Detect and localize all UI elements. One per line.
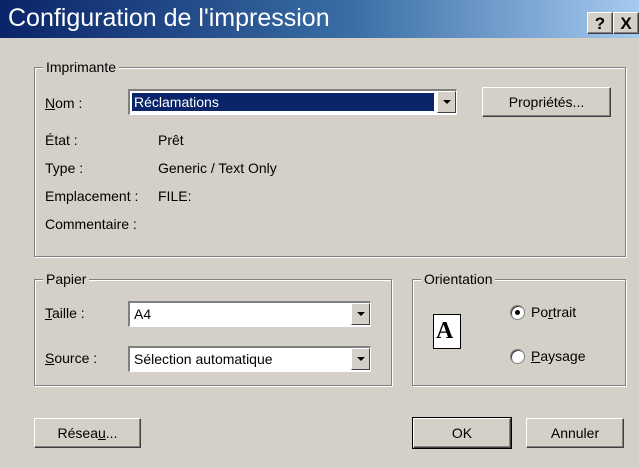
- portrait-page-icon: A: [433, 314, 461, 349]
- ok-button[interactable]: OK: [412, 417, 512, 449]
- network-mnemonic: u: [98, 425, 106, 441]
- properties-button[interactable]: Propriétés...: [482, 87, 611, 117]
- network-button-label: Réseau...: [57, 425, 118, 441]
- location-label: Emplacement :: [45, 188, 139, 204]
- paper-size-dropdown[interactable]: A4: [128, 301, 371, 327]
- name-label: Nom :: [45, 94, 82, 112]
- window-title: Configuration de l'impression: [8, 4, 330, 32]
- portrait-label[interactable]: Portrait: [531, 303, 576, 321]
- chevron-down-icon[interactable]: [437, 91, 456, 113]
- landscape-radio[interactable]: [510, 349, 525, 364]
- source-label-mnemonic: S: [45, 350, 55, 366]
- printer-name-value: Réclamations: [132, 93, 434, 111]
- properties-button-label: Propriétés...: [508, 94, 585, 110]
- close-button[interactable]: X: [613, 12, 639, 34]
- name-label-mnemonic: N: [45, 95, 56, 111]
- portrait-radio[interactable]: [510, 305, 525, 320]
- source-label: Source :: [45, 349, 97, 367]
- chevron-down-icon[interactable]: [351, 348, 370, 370]
- source-label-text: ource :: [54, 350, 98, 366]
- size-label-mnemonic: T: [45, 305, 52, 321]
- cancel-button[interactable]: Annuler: [526, 418, 624, 448]
- paper-source-dropdown[interactable]: Sélection automatique: [128, 346, 371, 372]
- printer-name-dropdown[interactable]: Réclamations: [128, 89, 457, 115]
- portrait-mnemonic: r: [548, 304, 553, 320]
- paper-source-value: Sélection automatique: [134, 351, 273, 367]
- comment-label: Commentaire :: [45, 216, 137, 232]
- type-label: Type :: [45, 160, 84, 176]
- status-label: État :: [45, 132, 78, 148]
- size-label: Taille :: [45, 304, 85, 322]
- size-label-text: aille :: [52, 305, 85, 321]
- chevron-down-icon[interactable]: [351, 303, 370, 325]
- orientation-group-label: Orientation: [421, 271, 496, 287]
- landscape-mnemonic: P: [531, 348, 541, 364]
- paper-size-value: A4: [134, 306, 152, 322]
- printer-group-label: Imprimante: [43, 59, 120, 75]
- title-bar[interactable]: Configuration de l'impression ? X: [0, 0, 639, 38]
- location-value: FILE:: [158, 188, 192, 204]
- type-value: Generic / Text Only: [158, 160, 277, 176]
- paper-group-label: Papier: [43, 271, 90, 287]
- status-value: Prêt: [158, 132, 184, 148]
- page-icon-letter: A: [436, 318, 454, 344]
- help-button[interactable]: ?: [587, 12, 613, 34]
- network-button[interactable]: Réseau...: [34, 418, 141, 448]
- ok-button-label: OK: [451, 425, 473, 441]
- cancel-button-label: Annuler: [550, 425, 600, 441]
- landscape-label[interactable]: Paysage: [531, 347, 586, 365]
- name-label-text: om :: [55, 95, 83, 111]
